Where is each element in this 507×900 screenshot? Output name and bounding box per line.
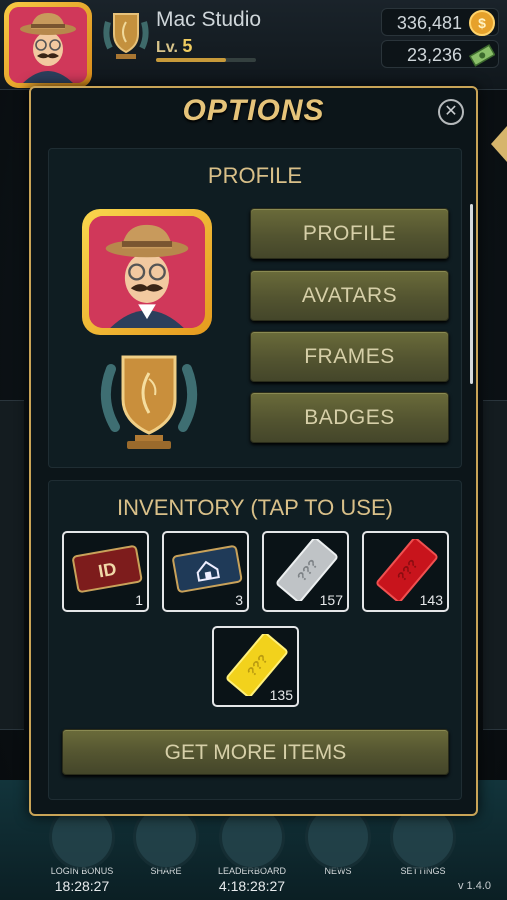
profile-heading: PROFILE bbox=[207, 163, 303, 188]
options-modal: OPTIONS ✕ PROFILE PROFILE AVATARS FRAMES… bbox=[29, 86, 478, 816]
inventory-section: INVENTORY (TAP TO USE) ID 1 3 ??? 157 ??… bbox=[48, 480, 462, 800]
profile-section: PROFILE PROFILE AVATARS FRAMES BADGES bbox=[48, 148, 462, 468]
nav-login-bonus[interactable]: LOGIN BONUS 18:28:27 bbox=[42, 804, 122, 894]
close-button[interactable]: ✕ bbox=[438, 99, 464, 125]
coins-counter[interactable]: 336,481 $ bbox=[381, 8, 499, 36]
house-card-icon bbox=[172, 545, 243, 593]
game-screen: Mac Studio Lv. 5 336,481 $ 23,236 LOGIN … bbox=[0, 0, 507, 900]
item-count: 157 bbox=[319, 592, 343, 608]
frames-button[interactable]: FRAMES bbox=[250, 331, 449, 382]
app-version: v 1.4.0 bbox=[457, 880, 491, 892]
item-count: 3 bbox=[235, 592, 243, 608]
svg-text:$: $ bbox=[478, 15, 486, 31]
get-more-items-button[interactable]: GET MORE ITEMS bbox=[62, 729, 449, 775]
cash-counter[interactable]: 23,236 bbox=[381, 40, 499, 68]
avatars-button[interactable]: AVATARS bbox=[250, 270, 449, 321]
player-level: Lv. 5 bbox=[156, 36, 192, 57]
player-name: Mac Studio bbox=[156, 8, 262, 31]
background-panel-right bbox=[483, 400, 507, 730]
item-count: 135 bbox=[269, 687, 293, 703]
top-bar: Mac Studio Lv. 5 336,481 $ 23,236 bbox=[0, 0, 507, 90]
detective-avatar-icon bbox=[89, 216, 205, 328]
detective-avatar-icon bbox=[9, 7, 87, 83]
modal-title: OPTIONS bbox=[182, 94, 325, 127]
inventory-item-house-card[interactable]: 3 bbox=[162, 531, 249, 612]
nav-timer: 4:18:28:27 bbox=[218, 878, 286, 894]
id-card-text: ID bbox=[97, 559, 118, 582]
coins-value: 336,481 bbox=[396, 13, 462, 33]
badges-button[interactable]: BADGES bbox=[250, 392, 449, 443]
gold-shield-badge-icon[interactable] bbox=[97, 349, 201, 455]
xp-progress-fill bbox=[156, 58, 226, 62]
cash-value: 23,236 bbox=[406, 45, 462, 65]
profile-button[interactable]: PROFILE bbox=[250, 208, 449, 259]
inventory-heading: INVENTORY (TAP TO USE) bbox=[117, 495, 393, 520]
inventory-item-red-card[interactable]: ??? 143 bbox=[362, 531, 449, 612]
nav-leaderboard[interactable]: LEADERBOARD 4:18:28:27 bbox=[212, 804, 292, 894]
side-drawer-arrow-icon[interactable] bbox=[491, 126, 507, 162]
xp-progress-bar bbox=[156, 58, 256, 62]
cash-stack-icon bbox=[469, 44, 495, 67]
rank-shield-icon bbox=[103, 13, 149, 59]
player-avatar[interactable] bbox=[4, 2, 92, 88]
modal-scrollbar[interactable] bbox=[470, 204, 473, 384]
inventory-item-id-card[interactable]: ID 1 bbox=[62, 531, 149, 612]
background-panel-left bbox=[0, 400, 24, 730]
level-prefix: Lv. bbox=[156, 39, 178, 56]
inventory-item-gold-card[interactable]: ??? 135 bbox=[212, 626, 299, 707]
id-card-icon: ID bbox=[72, 545, 143, 593]
item-count: 1 bbox=[135, 592, 143, 608]
gold-coin-icon: $ bbox=[469, 10, 495, 36]
inventory-item-silver-card[interactable]: ??? 157 bbox=[262, 531, 349, 612]
item-count: 143 bbox=[419, 592, 443, 608]
nav-timer: 18:28:27 bbox=[54, 878, 110, 894]
profile-avatar[interactable] bbox=[82, 209, 212, 335]
level-number: 5 bbox=[182, 36, 193, 56]
